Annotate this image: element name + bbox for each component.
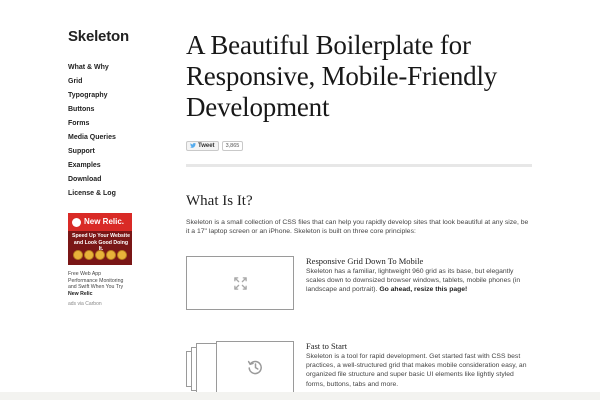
new-relic-logo-icon — [72, 218, 81, 227]
feature-heading: Fast to Start — [306, 341, 348, 351]
feature-body: Skeleton is a tool for rapid development… — [306, 353, 527, 388]
fast-start-illustration — [186, 341, 294, 399]
ad-banner[interactable]: New Relic. Speed Up Your Website and Loo… — [68, 213, 132, 265]
coin-icon — [95, 250, 105, 260]
resize-page-link[interactable]: Go ahead, resize this page! — [379, 286, 467, 293]
main-content: A Beautiful Boilerplate for Responsive, … — [186, 30, 532, 236]
nav-item-support[interactable]: Support — [68, 145, 138, 159]
expand-arrows-icon — [234, 277, 247, 290]
nav-item-license-log[interactable]: License & Log — [68, 187, 138, 201]
ad-via-carbon[interactable]: ads via Carbon — [68, 301, 138, 307]
twitter-bird-icon — [190, 143, 196, 148]
nav-item-examples[interactable]: Examples — [68, 159, 138, 173]
responsive-grid-illustration — [186, 256, 294, 310]
coin-icon — [73, 250, 83, 260]
tweet-label: Tweet — [198, 142, 215, 149]
brand-logo[interactable]: Skeleton — [68, 28, 138, 45]
tweet-count: 3,865 — [221, 140, 244, 151]
nav-item-typography[interactable]: Typography — [68, 89, 138, 103]
sidebar: Skeleton What & Why Grid Typography Butt… — [68, 28, 138, 307]
page-title: A Beautiful Boilerplate for Responsive, … — [186, 30, 498, 122]
nav-item-download[interactable]: Download — [68, 173, 138, 187]
ad-caption-text: Free Web App Performance Monitoring and … — [68, 271, 124, 290]
history-clock-icon — [247, 360, 262, 375]
nav-item-media-queries[interactable]: Media Queries — [68, 131, 138, 145]
sidebar-nav: What & Why Grid Typography Buttons Forms… — [68, 61, 138, 201]
ad-title: New Relic. — [84, 217, 125, 226]
nav-item-forms[interactable]: Forms — [68, 117, 138, 131]
feature-responsive-grid: Responsive Grid Down To Mobile Skeleton … — [186, 256, 532, 316]
ad-caption-link[interactable]: New Relic — [68, 291, 93, 297]
feature-heading: Responsive Grid Down To Mobile — [306, 256, 424, 266]
page-bottom-band — [0, 392, 600, 400]
coin-icon — [117, 250, 127, 260]
coin-icon — [106, 250, 116, 260]
ad-caption: Free Web App Performance Monitoring and … — [68, 271, 132, 297]
nav-item-what-why[interactable]: What & Why — [68, 61, 138, 75]
header-divider — [186, 164, 532, 167]
tweet-button[interactable]: Tweet — [186, 140, 219, 151]
social-share: Tweet 3,865 — [186, 140, 532, 151]
intro-paragraph: Skeleton is a small collection of CSS fi… — [186, 219, 529, 235]
section-title: What Is It? — [186, 193, 253, 209]
page: Skeleton What & Why Grid Typography Butt… — [0, 0, 600, 400]
coin-icon — [84, 250, 94, 260]
nav-item-grid[interactable]: Grid — [68, 75, 138, 89]
feature-body: Skeleton has a familiar, lightweight 960… — [306, 267, 532, 295]
nav-item-buttons[interactable]: Buttons — [68, 103, 138, 117]
